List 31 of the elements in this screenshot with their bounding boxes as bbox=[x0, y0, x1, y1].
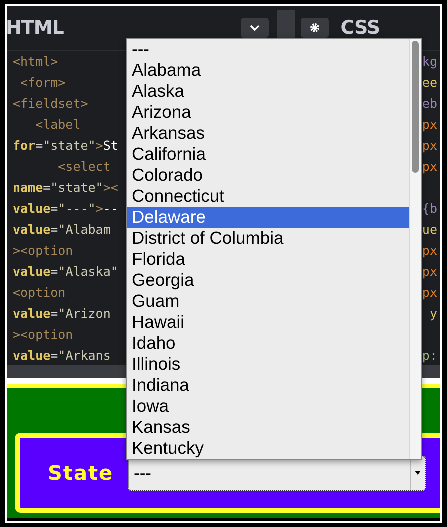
panel-title: CSS bbox=[340, 17, 380, 39]
code-line: name="state">< bbox=[13, 180, 118, 195]
code-line: value="Arkans bbox=[13, 348, 111, 363]
code-line: value="Alaska" bbox=[13, 264, 118, 279]
code-line: px bbox=[422, 138, 438, 153]
panel-title: HTML bbox=[7, 17, 64, 39]
code-line: <form> bbox=[20, 75, 66, 90]
code-line: <option bbox=[13, 285, 66, 300]
code-line: value="---">-- bbox=[13, 201, 118, 216]
code-line: ue bbox=[422, 222, 438, 237]
code-line: px bbox=[422, 243, 438, 258]
field-label: State bbox=[48, 461, 115, 485]
code-line: <fieldset> bbox=[13, 96, 88, 111]
code-line: for="state">St bbox=[13, 138, 118, 153]
code-line: <label bbox=[34, 117, 81, 132]
code-line: y bbox=[428, 306, 438, 321]
code-line: ee bbox=[422, 75, 438, 90]
code-line: value="Alabam bbox=[13, 222, 111, 237]
code-line: px bbox=[422, 117, 438, 132]
code-line: px bbox=[422, 264, 438, 279]
code-line: value="Arizon bbox=[13, 306, 111, 321]
code-line: <html> bbox=[13, 54, 58, 69]
code-line: kg bbox=[422, 54, 438, 69]
code-line: px bbox=[422, 285, 438, 300]
code-line: <select bbox=[57, 159, 111, 174]
code-line: eb bbox=[422, 96, 438, 111]
code-line: ><option bbox=[13, 327, 74, 342]
code-line: {b bbox=[422, 201, 438, 216]
code-line: ><option bbox=[13, 243, 74, 258]
code-line: px bbox=[422, 159, 438, 174]
code-line: p: bbox=[422, 348, 438, 363]
